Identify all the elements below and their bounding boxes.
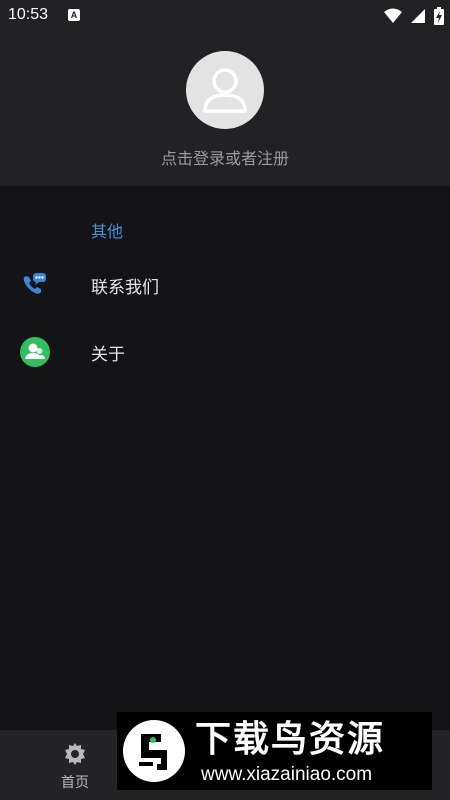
login-register-link[interactable]: 点击登录或者注册	[0, 145, 450, 169]
status-icons	[384, 7, 444, 25]
user-avatar-icon[interactable]	[186, 51, 264, 129]
notification-badge: A	[68, 9, 80, 21]
gear-icon	[63, 742, 87, 766]
status-time: 10:53	[8, 6, 49, 23]
watermark-url: www.xiazainiao.com	[201, 764, 373, 785]
battery-charging-icon	[434, 7, 444, 25]
menu-item-label: 联系我们	[91, 278, 159, 298]
bird-logo-icon	[123, 720, 185, 782]
app-screen: 10:53 A 点击登录或者注册 其他 联系我们 关于 首页 下载鸟资源 www…	[0, 0, 450, 800]
menu-item-contact-us[interactable]: 联系我们	[0, 256, 450, 312]
nav-tab-home-label: 首页	[61, 775, 89, 791]
nav-tab-home[interactable]: 首页	[45, 730, 105, 800]
menu-item-about[interactable]: 关于	[0, 323, 450, 379]
contacts-icon	[20, 337, 50, 367]
phone-chat-icon	[20, 270, 48, 298]
section-title-other: 其他	[91, 222, 124, 241]
menu-item-label: 关于	[91, 345, 125, 365]
wifi-icon	[384, 8, 402, 23]
watermark-banner: 下载鸟资源 www.xiazainiao.com	[117, 712, 432, 790]
status-bar: 10:53 A	[0, 0, 450, 32]
profile-header: 点击登录或者注册	[0, 32, 450, 186]
watermark-title: 下载鸟资源	[195, 719, 386, 760]
cellular-signal-icon	[411, 9, 425, 23]
